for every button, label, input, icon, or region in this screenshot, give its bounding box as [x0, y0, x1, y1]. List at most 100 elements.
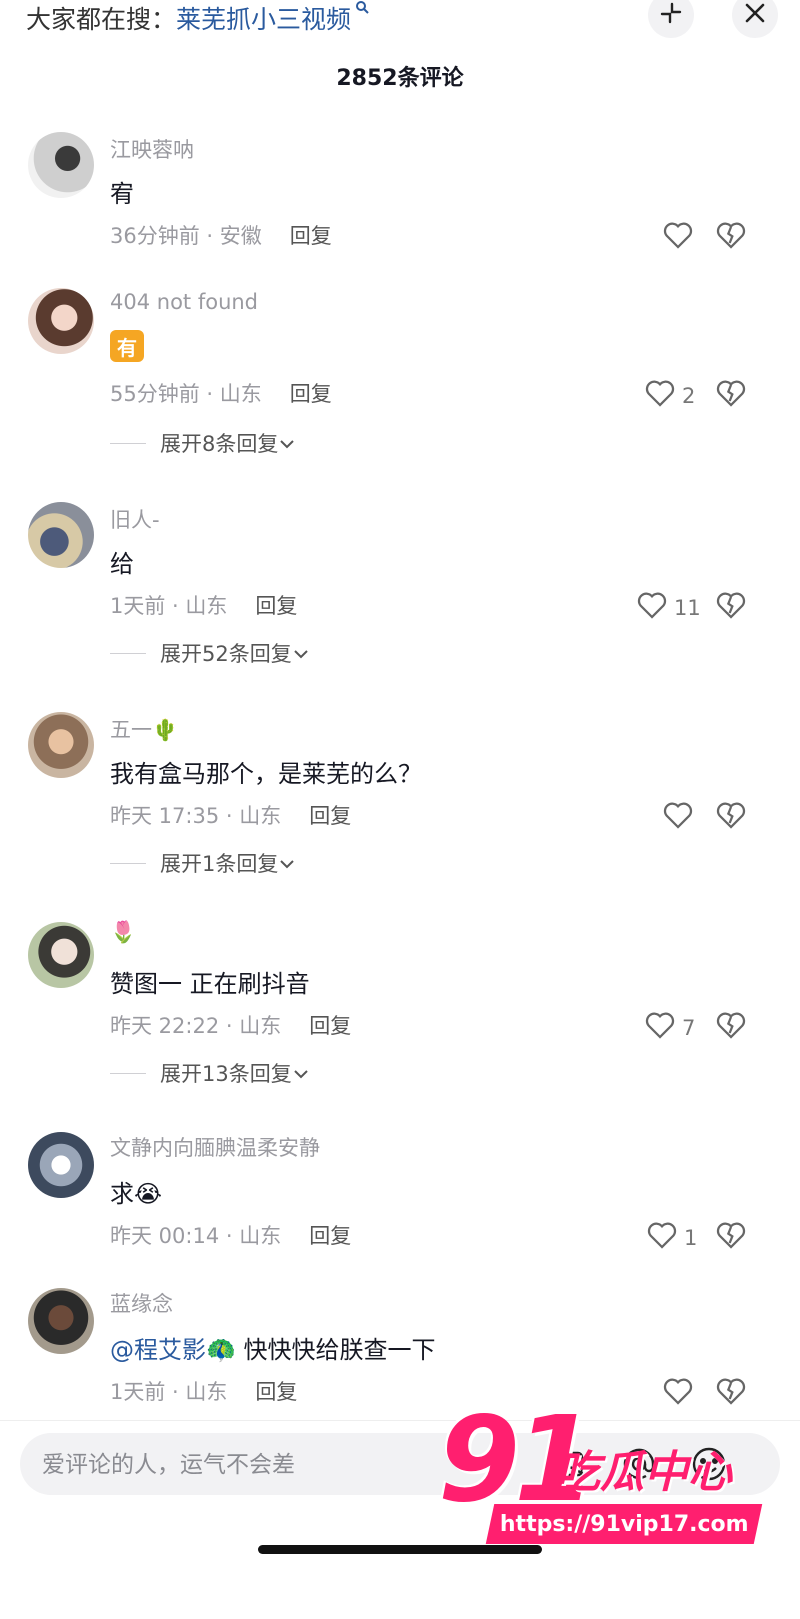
comments-header: 大家都在搜：莱芜抓小三视频 2852条评论 — [0, 0, 800, 110]
comment-text: 我有盒马那个，是莱芜的么？ — [110, 760, 422, 788]
like-button[interactable] — [662, 800, 700, 835]
comment-text: 有 — [110, 330, 144, 362]
dislike-button[interactable] — [715, 1376, 747, 1410]
avatar[interactable] — [28, 712, 94, 778]
comment-time-location: 昨天 00:14 · 山东 — [110, 1224, 282, 1248]
chevron-down-icon — [292, 1061, 310, 1085]
like-button[interactable]: 11 — [636, 590, 701, 625]
like-button[interactable] — [662, 220, 700, 255]
you-emoji-badge: 有 — [110, 330, 144, 362]
broken-heart-icon — [715, 592, 747, 624]
heart-outline-icon — [662, 800, 694, 835]
search-suggestion-prefix: 大家都在搜： — [26, 5, 177, 34]
comment-meta: 36分钟前 · 安徽 回复 — [110, 220, 332, 250]
reply-button[interactable]: 回复 — [255, 594, 297, 618]
search-suggestion[interactable]: 大家都在搜：莱芜抓小三视频 — [26, 0, 370, 36]
like-button[interactable]: 7 — [644, 1010, 695, 1045]
expand-divider — [110, 652, 146, 654]
comment-author[interactable]: 旧人- — [110, 504, 160, 534]
watermark-logo: 91 吃瓜中心 https://91vip17.com — [438, 1400, 768, 1560]
expand-replies-button[interactable]: 展开1条回复 — [110, 848, 296, 878]
collapse-button[interactable] — [648, 0, 694, 38]
like-button[interactable]: 1 — [646, 1220, 697, 1255]
search-icon — [351, 1, 370, 18]
comment-text: @程艾影🦚 快快快给朕查一下 — [110, 1330, 436, 1365]
heart-outline-icon — [662, 220, 694, 255]
reply-button[interactable]: 回复 — [309, 1014, 351, 1038]
avatar[interactable] — [28, 1132, 94, 1198]
broken-heart-icon — [715, 1012, 747, 1044]
comment-time-location: 1天前 · 山东 — [110, 1380, 228, 1404]
broken-heart-icon — [715, 1222, 747, 1254]
avatar[interactable] — [28, 1288, 94, 1354]
dislike-button[interactable] — [715, 1010, 747, 1044]
comment-time-location: 昨天 17:35 · 山东 — [110, 804, 282, 828]
expand-replies-label: 展开52条回复 — [160, 642, 292, 666]
like-count: 2 — [682, 383, 696, 408]
dislike-button[interactable] — [715, 800, 747, 834]
comment-author[interactable]: 蓝缘念 — [110, 1288, 173, 1318]
close-button[interactable] — [732, 0, 778, 38]
expand-replies-label: 展开8条回复 — [160, 432, 279, 456]
heart-outline-icon — [644, 1010, 676, 1045]
expand-replies-button[interactable]: 展开13条回复 — [110, 1058, 310, 1088]
comment-text: 求😭 — [110, 1180, 163, 1208]
avatar[interactable] — [28, 502, 94, 568]
comment-author[interactable]: 五一🌵 — [110, 714, 178, 744]
watermark-name: 吃瓜中心 — [556, 1447, 732, 1498]
comment-meta: 昨天 00:14 · 山东 回复 — [110, 1220, 351, 1250]
expand-replies-label: 展开13条回复 — [160, 1062, 292, 1086]
expand-replies-button[interactable]: 展开52条回复 — [110, 638, 310, 668]
dislike-button[interactable] — [715, 1220, 747, 1254]
user-mention[interactable]: @程艾影🦚 — [110, 1336, 236, 1364]
reply-button[interactable]: 回复 — [309, 804, 351, 828]
heart-outline-icon — [636, 590, 668, 625]
expand-divider — [110, 1072, 146, 1074]
comment-author[interactable]: 🌷 — [110, 920, 136, 945]
expand-replies-button[interactable]: 展开8条回复 — [110, 428, 296, 458]
close-icon — [743, 1, 767, 29]
heart-outline-icon — [662, 1376, 694, 1411]
reply-button[interactable]: 回复 — [290, 382, 332, 406]
expand-replies-label: 展开1条回复 — [160, 852, 279, 876]
comment-time-location: 36分钟前 · 安徽 — [110, 224, 262, 248]
comment-text: 给 — [110, 550, 134, 578]
avatar[interactable] — [28, 132, 94, 198]
reply-button[interactable]: 回复 — [290, 224, 332, 248]
watermark-url-text: https://91vip17.com — [499, 1511, 749, 1537]
reply-button[interactable]: 回复 — [255, 1380, 297, 1404]
broken-heart-icon — [715, 222, 747, 254]
dislike-button[interactable] — [715, 590, 747, 624]
broken-heart-icon — [715, 802, 747, 834]
search-suggestion-query[interactable]: 莱芜抓小三视频 — [176, 5, 351, 34]
comment-time-location: 1天前 · 山东 — [110, 594, 228, 618]
dislike-button[interactable] — [715, 220, 747, 254]
broken-heart-icon — [715, 1378, 747, 1410]
comment-count-title: 2852条评论 — [336, 66, 464, 91]
avatar[interactable] — [28, 288, 94, 354]
expand-divider — [110, 862, 146, 864]
comment-time-location: 55分钟前 · 山东 — [110, 382, 262, 406]
like-button[interactable]: 2 — [644, 378, 695, 413]
watermark-url: https://91vip17.com — [485, 1504, 763, 1544]
like-count: 11 — [674, 595, 701, 620]
chevron-down-icon — [278, 431, 296, 455]
comment-author[interactable]: 江映蓉呐 — [110, 134, 194, 164]
comment-author[interactable]: 404 not found — [110, 290, 258, 314]
avatar[interactable] — [28, 922, 94, 988]
like-count: 1 — [684, 1225, 698, 1250]
heart-outline-icon — [646, 1220, 678, 1255]
comment-meta: 1天前 · 山东 回复 — [110, 1376, 297, 1406]
comment-time-location: 昨天 22:22 · 山东 — [110, 1014, 282, 1038]
comment-text: 宥 — [110, 180, 134, 208]
comment-text: 赞图一 正在刷抖音 — [110, 970, 310, 998]
reply-button[interactable]: 回复 — [309, 1224, 351, 1248]
like-button[interactable] — [662, 1376, 700, 1411]
broken-heart-icon — [715, 380, 747, 412]
comment-text-body: 快快快给朕查一下 — [235, 1336, 436, 1364]
comment-author[interactable]: 文静内向腼腆温柔安静 — [110, 1132, 320, 1162]
heart-outline-icon — [644, 378, 676, 413]
dislike-button[interactable] — [715, 378, 747, 412]
chevron-down-icon — [292, 641, 310, 665]
chevron-down-icon — [278, 851, 296, 875]
